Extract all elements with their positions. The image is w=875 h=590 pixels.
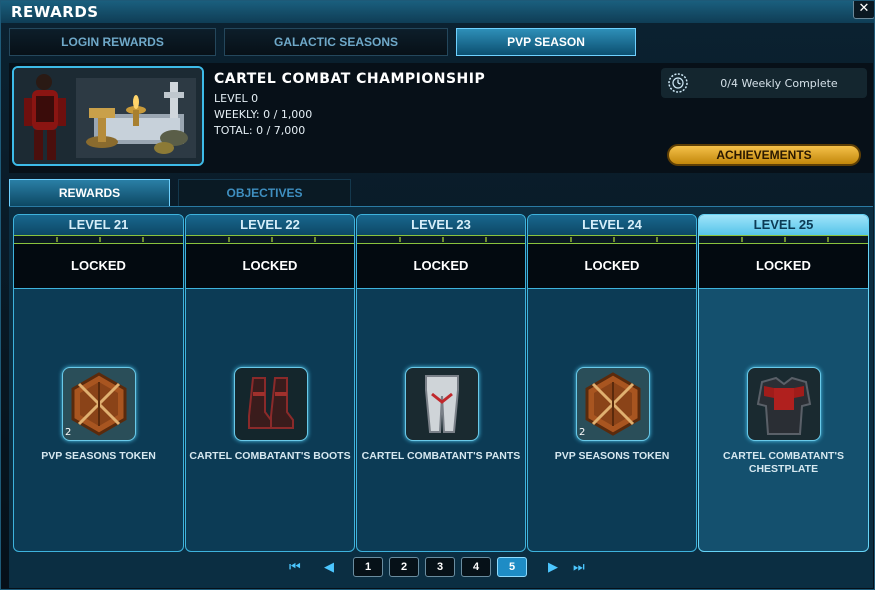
window-title: REWARDS (11, 3, 99, 21)
page-1-button[interactable]: 1 (353, 557, 383, 577)
tab-pvp-season[interactable]: PVP SEASON (456, 28, 636, 56)
reward-level: LEVEL 22 (186, 215, 354, 235)
locked-status: LOCKED (14, 244, 183, 289)
locked-status: LOCKED (699, 244, 868, 289)
tab-galactic-seasons[interactable]: GALACTIC SEASONS (224, 28, 448, 56)
main-tab-bar: LOGIN REWARDS GALACTIC SEASONS PVP SEASO… (9, 28, 869, 56)
page-3-button[interactable]: 3 (425, 557, 455, 577)
close-button[interactable]: ✕ (853, 1, 874, 19)
next-page-icon[interactable]: ▶ (548, 559, 558, 575)
reward-card[interactable]: LEVEL 23 LOCKED CARTEL COMBATANT'S PANTS (356, 214, 526, 552)
previous-page-icon[interactable]: ◀ (324, 559, 334, 575)
tab-rewards[interactable]: REWARDS (9, 179, 170, 207)
pvp-token-icon[interactable]: 2 (62, 367, 136, 441)
reward-level: LEVEL 21 (14, 215, 183, 235)
season-hero-image (12, 66, 204, 166)
reward-card[interactable]: LEVEL 24 LOCKED 2 PVP SEASONS TOKEN (527, 214, 697, 552)
achievements-button[interactable]: ACHIEVEMENTS (667, 144, 861, 166)
first-page-icon[interactable]: ⏮ (289, 559, 301, 575)
weekly-complete-label: 0/4 Weekly Complete (720, 77, 838, 90)
hero-illustration (14, 68, 202, 164)
item-name: CARTEL COMBATANT'S BOOTS (189, 450, 351, 462)
season-header: CARTEL COMBAT CHAMPIONSHIP LEVEL 0 WEEKL… (9, 63, 873, 173)
pvp-token-icon[interactable]: 2 (576, 367, 650, 441)
total-progress: TOTAL: 0 / 7,000 (214, 124, 306, 137)
chestplate-icon[interactable] (747, 367, 821, 441)
season-level: LEVEL 0 (214, 92, 259, 105)
item-quantity: 2 (579, 427, 586, 438)
locked-status: LOCKED (357, 244, 525, 289)
pants-icon[interactable] (405, 367, 479, 441)
item-name: CARTEL COMBATANT'S CHESTPLATE (723, 450, 844, 475)
item-name: PVP SEASONS TOKEN (41, 450, 156, 462)
pagination: ⏮ ◀ 1 2 3 4 5 ▶ ⏭ (281, 557, 601, 579)
tab-login-rewards[interactable]: LOGIN REWARDS (9, 28, 216, 56)
boots-icon[interactable] (234, 367, 308, 441)
season-title: CARTEL COMBAT CHAMPIONSHIP (214, 71, 486, 87)
item-name: CARTEL COMBATANT'S PANTS (361, 450, 521, 462)
reward-card[interactable]: LEVEL 22 LOCKED CARTEL COMBATANT'S BOOTS (185, 214, 355, 552)
level-progress-bar (699, 235, 868, 244)
clock-icon (668, 73, 688, 93)
reward-card[interactable]: LEVEL 25 LOCKED CARTEL COMBATANT'S CHEST… (698, 214, 869, 552)
weekly-complete-box: 0/4 Weekly Complete (661, 68, 867, 98)
reward-level: LEVEL 23 (357, 215, 525, 235)
level-progress-bar (186, 235, 354, 244)
locked-status: LOCKED (186, 244, 354, 289)
title-bar[interactable]: REWARDS ✕ (1, 1, 874, 23)
page-4-button[interactable]: 4 (461, 557, 491, 577)
level-progress-bar (357, 235, 525, 244)
reward-card[interactable]: LEVEL 21 LOCKED 2 PVP SEASONS TOKEN (13, 214, 184, 552)
item-name: PVP SEASONS TOKEN (554, 450, 670, 462)
page-2-button[interactable]: 2 (389, 557, 419, 577)
item-quantity: 2 (65, 427, 72, 438)
weekly-progress: WEEKLY: 0 / 1,000 (214, 108, 313, 121)
page-5-button[interactable]: 5 (497, 557, 527, 577)
level-progress-bar (528, 235, 696, 244)
sub-tab-bar: REWARDS OBJECTIVES (9, 179, 869, 207)
reward-level: LEVEL 24 (528, 215, 696, 235)
level-progress-bar (14, 235, 183, 244)
tab-objectives[interactable]: OBJECTIVES (178, 179, 351, 207)
last-page-icon[interactable]: ⏭ (573, 559, 585, 575)
reward-level: LEVEL 25 (699, 215, 868, 235)
rewards-window: REWARDS ✕ LOGIN REWARDS GALACTIC SEASONS… (0, 0, 875, 590)
locked-status: LOCKED (528, 244, 696, 289)
